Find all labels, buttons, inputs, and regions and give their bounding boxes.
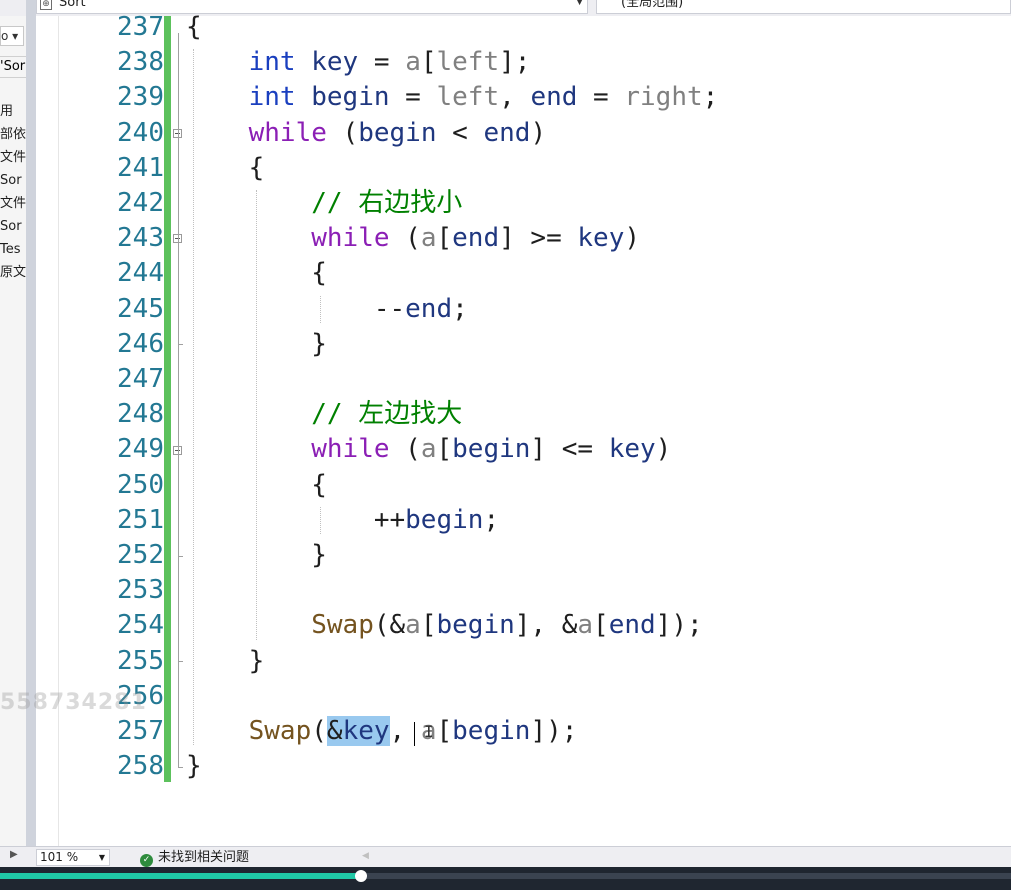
explorer-search-text[interactable]: 'Sor (0, 56, 26, 78)
line-number: 243 (117, 223, 164, 254)
code-text[interactable]: while (begin < end) (186, 116, 546, 151)
code-line[interactable]: 252 } (36, 538, 1011, 573)
class-icon: ⊕ (40, 0, 52, 10)
code-line[interactable]: 257 Swap(&key, a[begin]); (36, 714, 1011, 749)
code-text[interactable]: --end; (186, 292, 468, 327)
line-number: 241 (117, 152, 164, 183)
check-circle-icon: ✓ (140, 854, 153, 867)
explorer-view-combo[interactable]: o ▾ (0, 26, 24, 46)
line-number: 246 (117, 328, 164, 359)
text-caret (414, 722, 415, 746)
zoom-dropdown[interactable]: 101 % ▼ (36, 849, 110, 866)
watermark: 558734281 (0, 690, 147, 715)
ibeam-cursor-icon: I (424, 722, 434, 741)
project-scope-label: Sort (59, 0, 86, 10)
code-text[interactable]: while (a[begin] <= key) (186, 432, 671, 467)
code-text[interactable]: { (186, 10, 202, 45)
line-number: 257 (117, 716, 164, 746)
code-line[interactable]: 256 (36, 679, 1011, 714)
code-line[interactable]: 258} (36, 749, 1011, 784)
code-text[interactable]: Swap(&key, a[begin]); (186, 714, 577, 749)
line-number: 240 (117, 117, 164, 148)
line-number: 252 (117, 540, 164, 570)
code-line[interactable]: 253 (36, 573, 1011, 608)
line-number: 250 (117, 469, 164, 500)
line-number: 251 (117, 504, 164, 535)
line-number: 254 (117, 610, 164, 641)
line-number: 238 (117, 47, 164, 78)
horizontal-scroll-left-icon[interactable]: ◀ (362, 851, 369, 861)
code-line[interactable]: 247 (36, 362, 1011, 397)
code-text[interactable]: } (186, 749, 202, 784)
code-text[interactable]: while (a[end] >= key) (186, 221, 640, 256)
line-number: 244 (117, 258, 164, 289)
line-number: 247 (117, 364, 164, 394)
explorer-tree-item[interactable]: 文件 (0, 148, 26, 168)
member-scope-label: (全局范围) (621, 0, 684, 10)
code-line[interactable]: 251 ++begin; (36, 503, 1011, 538)
code-text[interactable]: Swap(&a[begin], &a[end]); (186, 608, 702, 643)
line-number: 239 (117, 82, 164, 113)
code-line[interactable]: 248 // 左边找大 (36, 397, 1011, 432)
line-number: 255 (117, 645, 164, 676)
code-text[interactable]: } (186, 327, 327, 362)
code-text[interactable]: { (186, 468, 327, 503)
video-progress-bar[interactable] (0, 867, 1011, 890)
code-text[interactable]: // 右边找小 (186, 186, 462, 221)
explorer-tree-item[interactable]: Sor (0, 171, 26, 191)
code-line[interactable]: 237 { (36, 10, 1011, 45)
code-line[interactable]: 238 int key = a[left]; (36, 45, 1011, 80)
chevron-down-icon[interactable]: ▼ (99, 850, 105, 865)
scroll-left-icon[interactable]: ▶ (10, 849, 18, 860)
code-line[interactable]: 246 } (36, 327, 1011, 362)
code-line[interactable]: 240 while (begin < end) (36, 116, 1011, 151)
code-editor[interactable]: 237{238 int key = a[left]; 239 int begin … (36, 12, 1011, 846)
code-text[interactable]: ++begin; (186, 503, 499, 538)
code-line[interactable]: 249 while (a[begin] <= key) (36, 432, 1011, 467)
line-number: 237 (117, 12, 164, 42)
panel-splitter[interactable] (26, 0, 36, 848)
code-text[interactable]: } (186, 538, 327, 573)
line-number: 249 (117, 434, 164, 465)
code-text[interactable]: int key = a[left]; (186, 45, 531, 80)
code-text[interactable]: int begin = left, end = right; (186, 80, 719, 115)
line-number: 242 (117, 188, 164, 218)
code-text[interactable]: { (186, 151, 265, 186)
line-number: 253 (117, 575, 164, 606)
chevron-down-icon[interactable]: ▼ (576, 0, 583, 7)
zoom-value: 101 % (40, 850, 79, 864)
issues-indicator[interactable]: ✓ 未找到相关问题 (140, 849, 249, 867)
code-line[interactable]: 241 { (36, 151, 1011, 186)
code-line[interactable]: 245 --end; (36, 292, 1011, 327)
code-line[interactable]: 255 } (36, 644, 1011, 679)
code-line[interactable]: 244 { (36, 256, 1011, 291)
explorer-tree-item[interactable]: Tes (0, 240, 26, 260)
progress-fill (0, 873, 361, 879)
explorer-tree-item[interactable]: 文件 (0, 194, 26, 214)
code-line[interactable]: 239 int begin = left, end = right; (36, 80, 1011, 115)
progress-handle[interactable] (354, 870, 367, 882)
explorer-tree-item[interactable]: 原文 (0, 263, 26, 283)
explorer-tree-item[interactable]: Sor (0, 217, 26, 237)
editor-status-bar: ▶ 101 % ▼ ✓ 未找到相关问题 ◀ (0, 846, 1011, 868)
code-text[interactable]: } (186, 644, 265, 679)
line-number: 258 (117, 751, 164, 782)
line-number: 245 (117, 293, 164, 324)
explorer-tree-item[interactable]: 用 (0, 102, 26, 122)
code-text[interactable]: { (186, 256, 327, 291)
code-line[interactable]: 242 // 右边找小 (36, 186, 1011, 221)
code-line[interactable]: 250 { (36, 468, 1011, 503)
code-line[interactable]: 243 while (a[end] >= key) (36, 221, 1011, 256)
code-line[interactable]: 254 Swap(&a[begin], &a[end]); (36, 608, 1011, 643)
issues-text: 未找到相关问题 (158, 850, 250, 865)
solution-explorer-panel: o ▾ 'Sor 用部依文件 Sor 文件 Sor Tes 原文 (0, 16, 26, 846)
explorer-tree-item[interactable]: 部依 (0, 125, 26, 145)
line-number: 248 (117, 399, 164, 430)
code-text[interactable]: // 左边找大 (186, 397, 462, 432)
